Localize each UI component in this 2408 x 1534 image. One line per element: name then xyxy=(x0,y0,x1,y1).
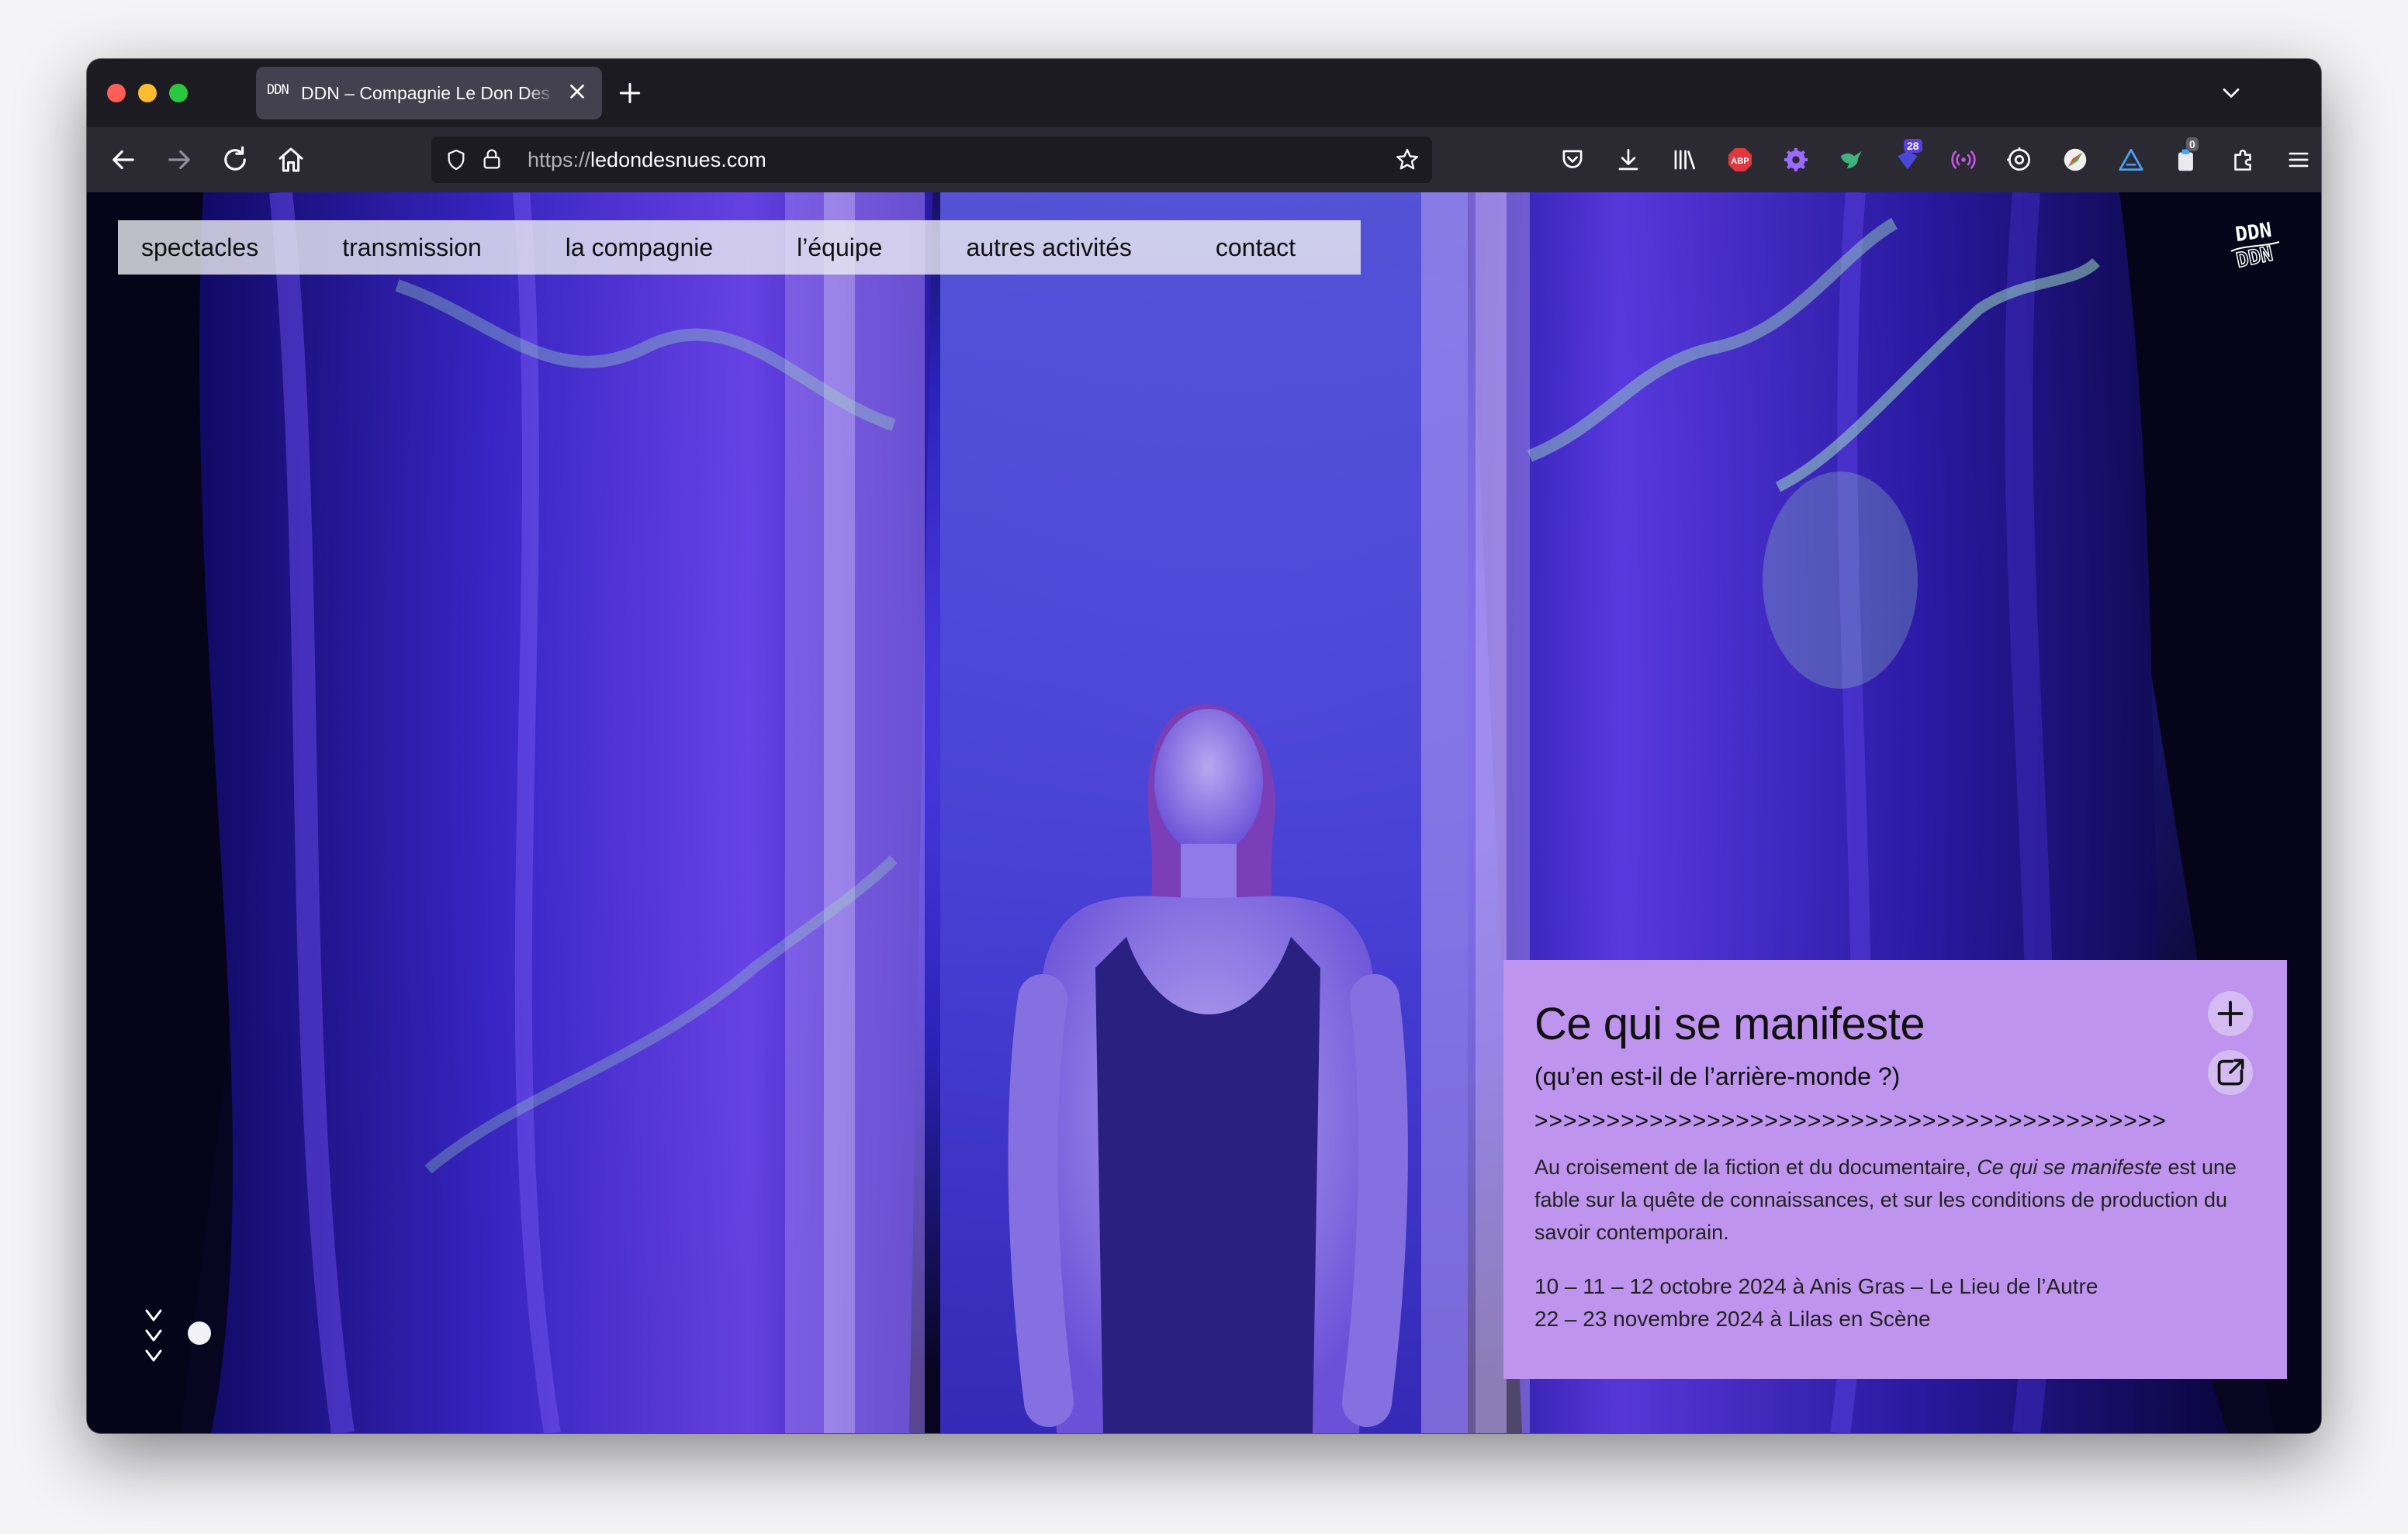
expand-plus-icon[interactable] xyxy=(2208,991,2253,1036)
reload-icon[interactable] xyxy=(219,143,251,176)
new-tab-plus-icon[interactable] xyxy=(614,78,645,109)
zoom-window-button[interactable] xyxy=(169,84,188,102)
feature-description: Au croisement de la fiction et du docume… xyxy=(1534,1151,2253,1249)
bookmark-star-icon[interactable] xyxy=(1393,146,1421,174)
compass-extension-icon[interactable] xyxy=(2060,145,2090,174)
nav-autres-activites[interactable]: autres activités xyxy=(966,233,1131,262)
tab-favicon-icon: DDN xyxy=(267,82,289,98)
nav-transmission[interactable]: transmission xyxy=(342,233,482,262)
slide-indicator-dot[interactable] xyxy=(188,1322,211,1345)
url-scheme: https:// xyxy=(528,148,591,171)
lock-icon[interactable] xyxy=(479,147,504,173)
tab-active[interactable]: DDN DDN – Compagnie Le Don Des Nues xyxy=(256,67,602,119)
svg-text:DDN: DDN xyxy=(2234,243,2275,273)
feature-date-2: 22 – 23 novembre 2024 à Lilas en Scène xyxy=(1534,1307,1931,1331)
feature-description-title: Ce qui se manifeste xyxy=(1977,1156,2162,1179)
clipboard-badge: 0 xyxy=(2186,137,2199,151)
bird-extension-icon[interactable] xyxy=(1837,145,1867,174)
url-bar[interactable]: https://ledondesnues.com xyxy=(431,136,1432,183)
clipboard-icon[interactable]: 0 xyxy=(2172,137,2202,174)
nav-contact[interactable]: contact xyxy=(1216,233,1296,262)
feature-date-1: 10 – 11 – 12 octobre 2024 à Anis Gras – … xyxy=(1534,1274,2098,1298)
abp-icon[interactable]: ABP xyxy=(1725,145,1755,174)
feature-arrows-divider: >>>>>>>>>>>>>>>>>>>>>>>>>>>>>>>>>>>>>>>>… xyxy=(1534,1108,2167,1134)
notifications-badge: 28 xyxy=(1904,139,1922,153)
list-all-tabs-chevron-icon[interactable] xyxy=(2217,79,2245,107)
feature-subtitle: (qu’en est-il de l’arrière-monde ?) xyxy=(1534,1062,1901,1090)
extensions-puzzle-icon[interactable] xyxy=(2228,145,2258,174)
notifications-icon[interactable]: 28 xyxy=(1893,139,1922,174)
back-arrow-icon[interactable] xyxy=(107,143,140,176)
library-icon[interactable] xyxy=(1669,145,1699,174)
browser-window: DDN DDN – Compagnie Le Don Des Nues xyxy=(87,59,2321,1433)
minimize-window-button[interactable] xyxy=(138,84,157,102)
site-logo[interactable]: DDN DDN xyxy=(2225,216,2284,278)
site-navigation: spectacles transmission la compagnie l’é… xyxy=(118,220,1361,275)
feature-description-start: Au croisement de la fiction et du docume… xyxy=(1534,1156,1977,1179)
external-link-icon[interactable] xyxy=(2208,1050,2253,1095)
tab-strip: DDN DDN – Compagnie Le Don Des Nues xyxy=(87,59,2321,127)
nav-spectacles[interactable]: spectacles xyxy=(141,233,258,262)
gear-extension-icon[interactable] xyxy=(1781,145,1811,174)
nav-la-compagnie[interactable]: la compagnie xyxy=(566,233,713,262)
svg-text:ABP: ABP xyxy=(1731,157,1749,166)
url-domain: ledondesnues.com xyxy=(590,148,766,171)
pocket-icon[interactable] xyxy=(1558,145,1587,174)
timer-extension-icon[interactable] xyxy=(2005,145,2034,174)
url-text[interactable]: https://ledondesnues.com xyxy=(528,148,766,172)
feature-card: Ce qui se manifeste (qu’en est-il de l’a… xyxy=(1503,960,2287,1379)
navigation-toolbar: https://ledondesnues.com ABP 28 0 xyxy=(87,127,2321,192)
tracking-protection-shield-icon[interactable] xyxy=(444,147,469,172)
tab-close-icon[interactable] xyxy=(563,78,591,105)
feature-title[interactable]: Ce qui se manifeste xyxy=(1534,997,2253,1052)
tab-title: DDN – Compagnie Le Don Des Nues xyxy=(301,83,557,103)
feature-dates: 10 – 11 – 12 octobre 2024 à Anis Gras – … xyxy=(1534,1270,2253,1335)
scroll-down-chevrons-icon[interactable] xyxy=(143,1308,164,1370)
broadcast-icon[interactable] xyxy=(1949,145,1978,174)
home-icon[interactable] xyxy=(275,143,307,176)
forward-arrow-icon[interactable] xyxy=(163,143,195,176)
web-content: spectacles transmission la compagnie l’é… xyxy=(87,192,2321,1433)
downloads-icon[interactable] xyxy=(1614,145,1643,174)
triangle-extension-icon[interactable] xyxy=(2116,145,2146,174)
menu-hamburger-icon[interactable] xyxy=(2284,145,2313,174)
nav-equipe[interactable]: l’équipe xyxy=(797,233,882,262)
close-window-button[interactable] xyxy=(107,84,126,102)
